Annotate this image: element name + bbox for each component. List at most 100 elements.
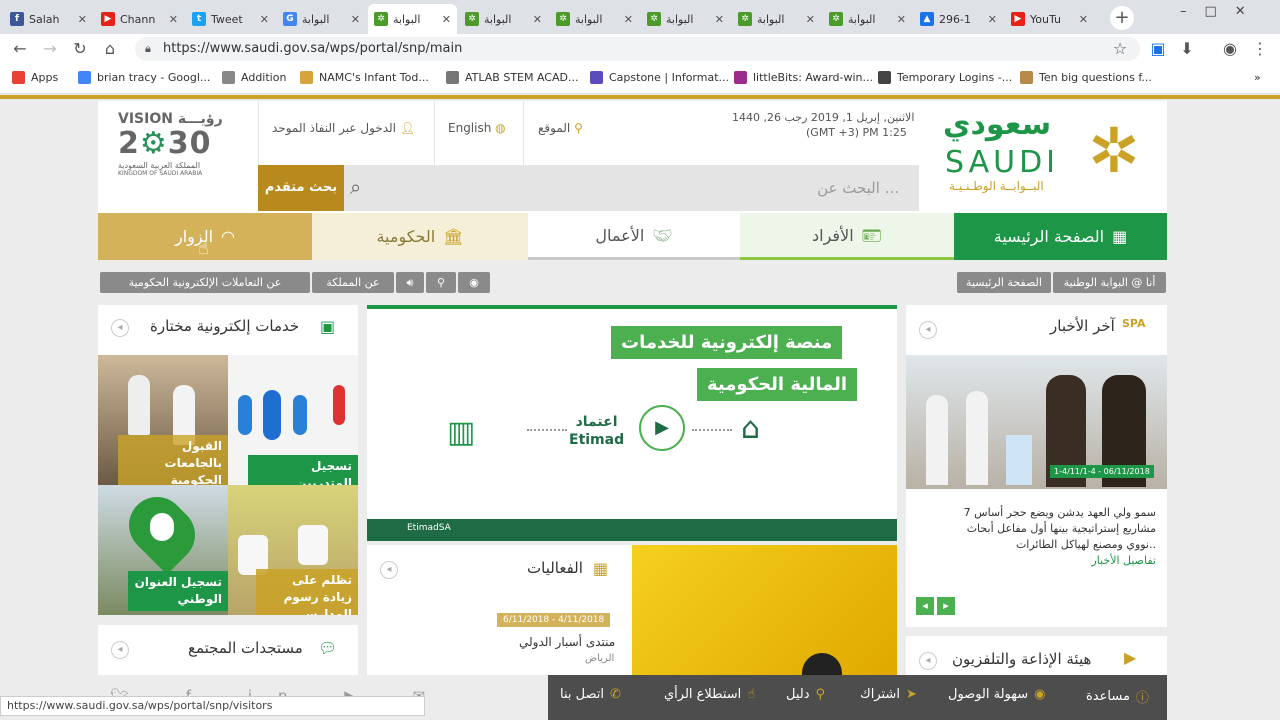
nav-tab-government[interactable]: الحكومية 🏛︎ (312, 213, 528, 260)
etimad-banner[interactable]: منصة إلكترونية للخدمات المالية الحكومية … (367, 305, 897, 541)
footer-directory[interactable]: دليل ⚲ (786, 687, 825, 702)
tile-trainee-registration[interactable]: تسجيل المتدربين (228, 355, 358, 485)
window-controls[interactable]: –□✕ (1180, 4, 1264, 19)
browser-tab[interactable]: ✲ البوابة ✕ (368, 4, 457, 34)
chat-icon: 💬︎ (318, 639, 338, 657)
footer-help[interactable]: مساعدة ⓘ (1086, 687, 1149, 706)
advanced-search-button[interactable]: بحث متقدم (258, 165, 344, 211)
eservices-title: خدمات إلكترونية مختارة (150, 317, 300, 335)
browser-tab[interactable]: ✲ البوابة ✕ (459, 4, 548, 34)
bookmark-item[interactable]: littleBits: Award-win... (734, 71, 873, 84)
vision-2030-logo[interactable]: VISION رؤيـــة 2⚙30 المملكة العربية السع… (118, 111, 238, 191)
news-image[interactable]: 1-4/11/1-4 - 06/11/2018 (906, 355, 1167, 489)
tab-close-icon[interactable]: ✕ (988, 13, 997, 26)
event-name[interactable]: منتدى أسبار الدولي (519, 635, 615, 649)
browser-tab[interactable]: G البوابة ✕ (277, 4, 366, 34)
government-icon: 🏛︎ (443, 227, 464, 246)
eye-icon[interactable]: ◉ (458, 272, 490, 293)
lock-icon: 🔒︎ (145, 42, 151, 55)
bookmark-item[interactable]: Addition (222, 71, 286, 84)
nav-tab-business[interactable]: الأعمال 🤝︎ (528, 213, 740, 260)
broadcast-nav-prev[interactable]: ◂ (919, 652, 937, 670)
bookmark-item[interactable]: brian tracy - Googl... (78, 71, 210, 84)
browser-tab[interactable]: ✲ البوابة ✕ (550, 4, 639, 34)
bookmark-item[interactable]: NAMC's Infant Tod... (300, 71, 429, 84)
home-icon[interactable]: ⌂ (100, 39, 120, 59)
eservices-nav-prev[interactable]: ◂ (111, 319, 129, 337)
star-icon[interactable]: ☆ (1110, 39, 1130, 59)
speaker-icon[interactable]: 🔊︎ (396, 272, 424, 293)
breadcrumb-me-at-portal[interactable]: أنا @ البوابة الوطنية (1053, 272, 1166, 293)
bookmark-item[interactable]: ATLAB STEM ACAD... (446, 71, 578, 84)
tab-close-icon[interactable]: ✕ (260, 13, 269, 26)
account-icon[interactable]: ◉ (1220, 39, 1240, 59)
back-icon[interactable]: ← (10, 39, 30, 59)
menu-icon[interactable]: ⋮ (1250, 39, 1270, 59)
breadcrumb-home[interactable]: الصفحة الرئيسية (957, 272, 1051, 293)
bookmark-item[interactable]: Apps (12, 71, 58, 84)
tile-university-admission[interactable]: القبول بالجامعات الحكومية (98, 355, 228, 485)
tab-close-icon[interactable]: ✕ (1079, 13, 1088, 26)
tab-close-icon[interactable]: ✕ (78, 13, 87, 26)
zoom-icon[interactable]: ⚲ (426, 272, 456, 293)
footer-poll[interactable]: استطلاع الرأي ☝ (664, 687, 755, 702)
events-nav-prev[interactable]: ◂ (380, 561, 398, 579)
location-link[interactable]: الموقع ⚲ (538, 121, 583, 135)
bookmark-item[interactable]: Temporary Logins -... (878, 71, 1012, 84)
browser-tab[interactable]: ▲ 296-1 ✕ (914, 4, 1003, 34)
browser-tab[interactable]: ✲ البوابة ✕ (641, 4, 730, 34)
tab-title: 296-1 (939, 12, 971, 26)
address-bar[interactable]: 🔒︎ https://www.saudi.gov.sa/wps/portal/s… (135, 37, 1140, 61)
browser-tab[interactable]: ✲ البوابة ✕ (732, 4, 821, 34)
sso-login-link[interactable]: الدخول عبر النفاذ الموحد 👤︎ (272, 121, 415, 135)
site-header: VISION رؤيـــة 2⚙30 المملكة العربية السع… (98, 101, 1167, 213)
tab-close-icon[interactable]: ✕ (715, 13, 724, 26)
browser-tab[interactable]: ▶ YouTu ✕ (1005, 4, 1094, 34)
news-prev-button[interactable]: ◂ (916, 597, 934, 615)
reload-icon[interactable]: ↻ (70, 39, 90, 59)
news-next-button[interactable]: ▸ (937, 597, 955, 615)
forward-icon[interactable]: → (40, 39, 60, 59)
bookmark-favicon-icon (12, 71, 25, 84)
extension-icon[interactable]: ▣ (1148, 39, 1168, 59)
saudi-portal-logo[interactable]: سعودي SAUDI البــوابــة الوطـنـيـة ✲ (943, 107, 1153, 207)
new-tab-button[interactable]: + (1110, 6, 1134, 30)
english-link[interactable]: English ◍ (448, 121, 506, 135)
tab-close-icon[interactable]: ✕ (624, 13, 633, 26)
footer-accessibility[interactable]: سهولة الوصول ◉ (948, 687, 1046, 702)
tab-title: البوابة (393, 12, 421, 26)
tile-national-address[interactable]: تسجيل العنوان الوطني (98, 485, 228, 615)
search-icon[interactable]: ⌕ (350, 175, 361, 199)
browser-tab[interactable]: ✲ البوابة ✕ (823, 4, 912, 34)
nav-tab-individuals[interactable]: الأفراد 🪪︎ (740, 213, 954, 260)
tab-favicon-icon: f (10, 12, 24, 26)
about-kingdom-link[interactable]: عن المملكة (312, 272, 394, 293)
browser-tab[interactable]: t Tweet ✕ (186, 4, 275, 34)
tile-school-fees-appeal[interactable]: تظلم على زيادة رسوم المدارس (228, 485, 358, 615)
browser-tab[interactable]: f Salah ✕ (4, 4, 93, 34)
download-icon[interactable]: ⬇ (1177, 39, 1197, 59)
events-image[interactable] (632, 545, 897, 675)
tab-close-icon[interactable]: ✕ (897, 13, 906, 26)
bookmark-item[interactable]: Capstone | Informat... (590, 71, 729, 84)
play-icon[interactable]: ▶ (639, 405, 685, 451)
tab-close-icon[interactable]: ✕ (169, 13, 178, 26)
community-nav-prev[interactable]: ◂ (111, 641, 129, 659)
search-input[interactable]: البحث عن ... (344, 165, 919, 211)
footer-contact[interactable]: اتصل بنا ✆ (560, 687, 621, 702)
tab-close-icon[interactable]: ✕ (533, 13, 542, 26)
tab-close-icon[interactable]: ✕ (351, 13, 360, 26)
bookmark-item[interactable]: Ten big questions f... (1020, 71, 1152, 84)
footer-subscribe[interactable]: اشتراك ➤ (860, 687, 917, 702)
date-text: الاثنين, إبريل 1, 2019 رجب 26, 1440 (732, 111, 915, 124)
tab-close-icon[interactable]: ✕ (806, 13, 815, 26)
news-text[interactable]: سمو ولي العهد يدشن ويضع حجر أساس 7 مشاريع… (926, 505, 1156, 569)
browser-tab[interactable]: ▶ Chann ✕ (95, 4, 184, 34)
news-nav-prev[interactable]: ◂ (919, 321, 937, 339)
about-egov-link[interactable]: عن التعاملات الإلكترونية الحكومية (100, 272, 310, 293)
browser-status-bar: https://www.saudi.gov.sa/wps/portal/snp/… (0, 696, 425, 716)
news-more-link[interactable]: تفاصيل الأخبار (926, 553, 1156, 569)
bookmarks-overflow-icon[interactable]: » (1254, 71, 1261, 84)
tab-close-icon[interactable]: ✕ (442, 13, 451, 26)
nav-tab-home[interactable]: الصفحة الرئيسية ▦ (954, 213, 1167, 260)
